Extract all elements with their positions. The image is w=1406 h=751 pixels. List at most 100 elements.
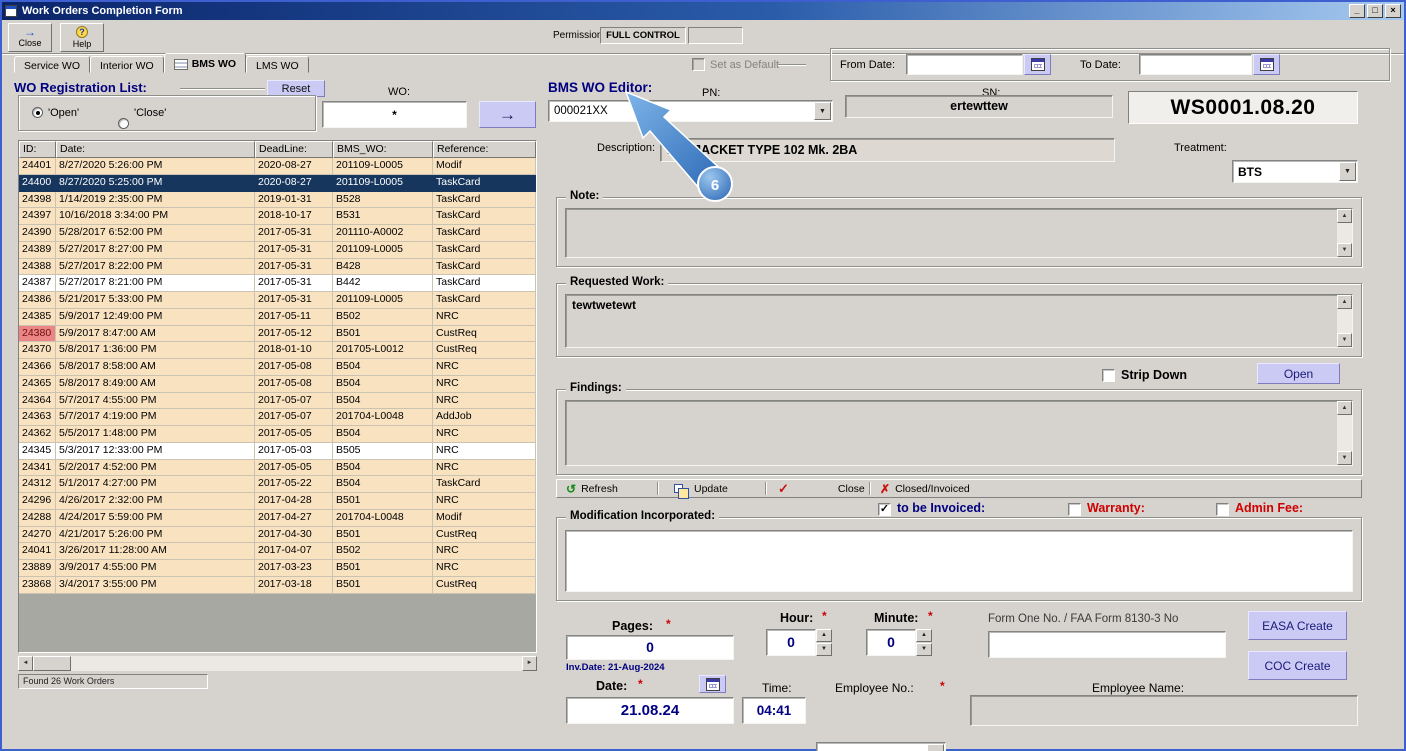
table-cell[interactable]: 24380 bbox=[19, 325, 56, 343]
table-cell[interactable]: 23868 bbox=[19, 576, 56, 594]
help-button[interactable]: ? Help bbox=[60, 23, 104, 52]
table-row[interactable]: 24397 10/16/2018 3:34:00 PM 2018-10-17 B531… bbox=[19, 208, 536, 225]
table-cell[interactable]: 2017-04-30 bbox=[255, 526, 333, 544]
strip-down-checkbox[interactable] bbox=[1102, 369, 1115, 382]
wo-search-input-field[interactable] bbox=[323, 102, 466, 127]
table-cell[interactable]: 24366 bbox=[19, 359, 56, 376]
table-row[interactable]: 24380 5/9/2017 8:47:00 AM 2017-05-12 B501 Cu… bbox=[19, 325, 536, 343]
table-cell[interactable]: 2020-08-27 bbox=[255, 174, 333, 192]
to-date-input-field[interactable] bbox=[1140, 55, 1251, 74]
scrollbar-thumb[interactable] bbox=[33, 656, 71, 671]
table-cell[interactable]: 8/27/2020 5:25:00 PM bbox=[56, 174, 255, 192]
table-cell[interactable]: 201704-L0048 bbox=[333, 409, 433, 426]
table-cell[interactable]: 2017-05-03 bbox=[255, 442, 333, 460]
table-cell[interactable]: 5/8/2017 8:58:00 AM bbox=[56, 359, 255, 376]
table-cell[interactable]: 10/16/2018 3:34:00 PM bbox=[56, 208, 255, 225]
table-cell[interactable]: B504 bbox=[333, 476, 433, 493]
table-row[interactable]: 24366 5/8/2017 8:58:00 AM 2017-05-08 B504 NR… bbox=[19, 359, 536, 376]
table-cell[interactable]: 4/26/2017 2:32:00 PM bbox=[56, 493, 255, 510]
scroll-up-icon[interactable]: ▲ bbox=[1337, 401, 1352, 415]
table-cell[interactable]: TaskCard bbox=[433, 258, 536, 276]
table-cell[interactable]: 2017-05-08 bbox=[255, 359, 333, 376]
table-row[interactable]: 24362 5/5/2017 1:48:00 PM 2017-05-05 B504 NR… bbox=[19, 426, 536, 443]
to-be-invoiced-checkbox[interactable]: ✓ bbox=[878, 503, 891, 516]
form-one-input-field[interactable] bbox=[989, 632, 1225, 657]
table-cell[interactable]: 24345 bbox=[19, 442, 56, 460]
table-cell[interactable]: 5/8/2017 8:49:00 AM bbox=[56, 375, 255, 393]
table-cell[interactable]: B504 bbox=[333, 426, 433, 443]
table-row[interactable]: 24370 5/8/2017 1:36:00 PM 2018-01-10 201705… bbox=[19, 342, 536, 359]
column-header-reference[interactable]: Reference: bbox=[433, 141, 536, 158]
scroll-down-icon[interactable]: ▼ bbox=[1337, 243, 1352, 257]
table-row[interactable]: 24400 8/27/2020 5:25:00 PM 2020-08-27 20110… bbox=[19, 174, 536, 192]
minute-spin-up-icon[interactable]: ▲ bbox=[916, 629, 932, 642]
table-cell[interactable]: 2017-05-07 bbox=[255, 409, 333, 426]
requested-work-textarea[interactable]: tewtwetewt bbox=[565, 294, 1353, 348]
table-cell[interactable]: 2017-05-31 bbox=[255, 292, 333, 309]
from-date-calendar-button[interactable] bbox=[1024, 54, 1051, 75]
table-cell[interactable]: B501 bbox=[333, 526, 433, 544]
scroll-up-icon[interactable]: ▲ bbox=[1337, 295, 1352, 309]
table-cell[interactable]: 201109-L0005 bbox=[333, 292, 433, 309]
tab-interior-wo[interactable]: Interior WO bbox=[90, 56, 164, 73]
tab-lms-wo[interactable]: LMS WO bbox=[246, 56, 309, 73]
table-cell[interactable]: B505 bbox=[333, 442, 433, 460]
table-cell[interactable]: 24312 bbox=[19, 476, 56, 493]
table-cell[interactable]: Modif bbox=[433, 509, 536, 527]
close-window-icon[interactable]: × bbox=[1385, 4, 1401, 18]
scroll-down-icon[interactable]: ▼ bbox=[1337, 451, 1352, 465]
time-field[interactable]: 04:41 bbox=[742, 697, 806, 724]
table-row[interactable]: 24363 5/7/2017 4:19:00 PM 2017-05-07 201704… bbox=[19, 409, 536, 426]
chevron-down-icon[interactable]: ▼ bbox=[927, 744, 944, 751]
table-cell[interactable]: 5/9/2017 12:49:00 PM bbox=[56, 308, 255, 326]
table-cell[interactable]: B501 bbox=[333, 493, 433, 510]
table-cell[interactable]: 5/5/2017 1:48:00 PM bbox=[56, 426, 255, 443]
table-row[interactable]: 24388 5/27/2017 8:22:00 PM 2017-05-31 B428 T… bbox=[19, 258, 536, 276]
table-cell[interactable]: TaskCard bbox=[433, 275, 536, 292]
table-cell[interactable]: 24401 bbox=[19, 158, 56, 175]
table-cell[interactable]: 24364 bbox=[19, 392, 56, 410]
table-cell[interactable]: 2017-05-05 bbox=[255, 459, 333, 477]
tab-service-wo[interactable]: Service WO bbox=[14, 56, 91, 73]
table-cell[interactable]: 2017-05-31 bbox=[255, 275, 333, 292]
table-cell[interactable]: CustReq bbox=[433, 342, 536, 359]
table-cell[interactable]: NRC bbox=[433, 459, 536, 477]
table-cell[interactable]: NRC bbox=[433, 442, 536, 460]
table-cell[interactable]: CustReq bbox=[433, 526, 536, 544]
table-cell[interactable]: 5/7/2017 4:19:00 PM bbox=[56, 409, 255, 426]
table-row[interactable]: 24365 5/8/2017 8:49:00 AM 2017-05-08 B504 NR… bbox=[19, 375, 536, 393]
close-radio[interactable] bbox=[118, 118, 129, 129]
table-cell[interactable]: 2017-04-28 bbox=[255, 493, 333, 510]
scroll-up-icon[interactable]: ▲ bbox=[1337, 209, 1352, 223]
table-cell[interactable]: B428 bbox=[333, 258, 433, 276]
table-row[interactable]: 24390 5/28/2017 6:52:00 PM 2017-05-31 20111… bbox=[19, 225, 536, 242]
table-cell[interactable]: 24386 bbox=[19, 292, 56, 309]
closed-invoiced-button[interactable]: ✗ Closed/Invoiced bbox=[877, 481, 973, 496]
table-cell[interactable]: 5/27/2017 8:21:00 PM bbox=[56, 275, 255, 292]
table-cell[interactable]: 2017-05-31 bbox=[255, 258, 333, 276]
table-cell[interactable]: B528 bbox=[333, 191, 433, 209]
column-header-id[interactable]: ID: bbox=[19, 141, 56, 158]
table-cell[interactable]: 3/9/2017 4:55:00 PM bbox=[56, 560, 255, 577]
table-cell[interactable]: 24397 bbox=[19, 208, 56, 225]
table-cell[interactable]: B502 bbox=[333, 543, 433, 560]
table-cell[interactable]: 5/7/2017 4:55:00 PM bbox=[56, 392, 255, 410]
date-field[interactable]: 21.08.24 bbox=[566, 697, 734, 724]
table-cell[interactable]: TaskCard bbox=[433, 292, 536, 309]
column-header-bms-wo[interactable]: BMS_WO: bbox=[333, 141, 433, 158]
table-cell[interactable]: B442 bbox=[333, 275, 433, 292]
to-date-calendar-button[interactable] bbox=[1253, 54, 1280, 75]
tab-bms-wo[interactable]: BMS WO bbox=[163, 53, 247, 73]
to-date-input[interactable] bbox=[1139, 54, 1252, 75]
from-date-input-field[interactable] bbox=[907, 55, 1022, 74]
pages-field[interactable]: 0 bbox=[566, 635, 734, 660]
table-row[interactable]: 24386 5/21/2017 5:33:00 PM 2017-05-31 20110… bbox=[19, 292, 536, 309]
table-cell[interactable]: 24370 bbox=[19, 342, 56, 359]
column-header-deadline[interactable]: DeadLine: bbox=[255, 141, 333, 158]
table-cell[interactable]: TaskCard bbox=[433, 208, 536, 225]
table-cell[interactable]: 24041 bbox=[19, 543, 56, 560]
table-cell[interactable]: TaskCard bbox=[433, 174, 536, 192]
scroll-down-icon[interactable]: ▼ bbox=[1337, 333, 1352, 347]
chevron-down-icon[interactable]: ▼ bbox=[1339, 162, 1356, 181]
table-cell[interactable]: B504 bbox=[333, 392, 433, 410]
